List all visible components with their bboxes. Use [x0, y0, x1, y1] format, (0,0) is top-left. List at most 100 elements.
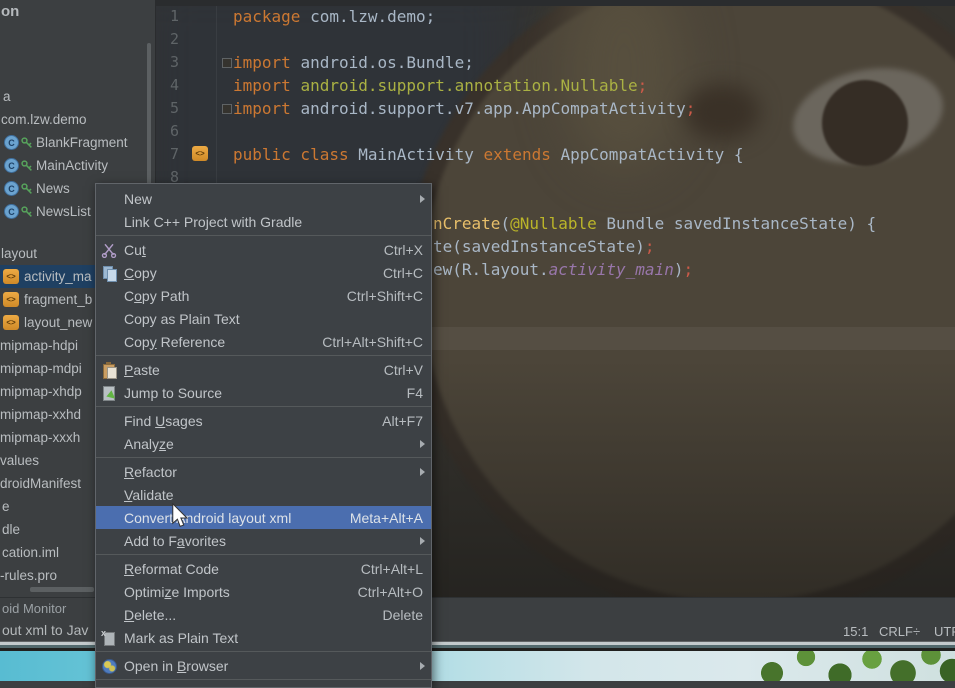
- code-token: Bundle savedInstanceState) {: [597, 214, 876, 233]
- line-number: 5: [156, 97, 179, 120]
- tree-item-label: mipmap-xhdp: [0, 384, 82, 399]
- line-number: 6: [156, 120, 179, 143]
- menu-item-find-usages[interactable]: Find Usages Alt+F7: [96, 409, 431, 432]
- encoding-widget[interactable]: UTF-8: [934, 624, 955, 639]
- tree-item-label: MainActivity: [36, 158, 108, 173]
- menu-item-jump-to-source[interactable]: Jump to Source F4: [96, 381, 431, 404]
- tree-item[interactable]: a: [0, 85, 155, 108]
- code-token: import: [233, 53, 300, 72]
- menu-separator: [96, 679, 431, 680]
- menu-item-refactor[interactable]: Refactor: [96, 460, 431, 483]
- menu-item-delete[interactable]: Delete... Delete: [96, 603, 431, 626]
- menu-shortcut: Ctrl+X: [364, 242, 423, 258]
- menu-item-add-to-favorites[interactable]: Add to Favorites: [96, 529, 431, 552]
- menu-separator: [96, 355, 431, 356]
- line-number: 7: [156, 143, 179, 166]
- status-bar-message-fragment: out xml to Jav: [2, 622, 88, 638]
- menu-separator: [96, 457, 431, 458]
- menu-item-copy-reference[interactable]: Copy Reference Ctrl+Alt+Shift+C: [96, 330, 431, 353]
- menu-item-open-in-browser[interactable]: Open in Browser: [96, 654, 431, 677]
- line-number: 1: [156, 5, 179, 28]
- project-panel-header-fragment: on: [1, 3, 19, 20]
- menu-item-copy-path[interactable]: Copy Path Ctrl+Shift+C: [96, 284, 431, 307]
- code-line-fragment: nCreate(@Nullable Bundle savedInstanceSt…: [433, 212, 876, 235]
- menu-separator: [96, 406, 431, 407]
- menu-item-cut[interactable]: Cut Ctrl+X: [96, 238, 431, 261]
- menu-separator: [96, 651, 431, 652]
- tree-item-label: layout_new: [24, 315, 92, 330]
- tree-item-label: mipmap-mdpi: [0, 361, 82, 376]
- ide-screenshot-root: { "project_panel": { "header_fragment": …: [0, 0, 955, 681]
- editor-context-menu: New Link C++ Project with Gradle Cut Ctr…: [95, 183, 432, 688]
- tree-item-label: e: [2, 499, 10, 514]
- android-monitor-tab-fragment[interactable]: oid Monitor: [2, 601, 66, 616]
- code-token: android.os.Bundle;: [300, 53, 473, 72]
- class-icon: [4, 158, 19, 173]
- menu-item-mark-as-plain-text[interactable]: Mark as Plain Text: [96, 626, 431, 649]
- code-token: (: [500, 214, 510, 233]
- code-line-fragment: ew(R.layout.activity_main);: [433, 258, 693, 281]
- tree-item-class-blankfragment[interactable]: BlankFragment: [0, 131, 155, 154]
- fold-marker[interactable]: [222, 58, 232, 68]
- submenu-arrow-icon: [420, 195, 425, 203]
- editor-top-strip: [156, 0, 955, 6]
- tree-item-label: a: [3, 89, 11, 104]
- menu-item-convert-android-layout-xml[interactable]: Convert Android layout xml Meta+Alt+A: [96, 506, 431, 529]
- code-token: ew(R.layout.: [433, 260, 549, 279]
- code-token: package: [233, 7, 310, 26]
- menu-item-link-cpp-project[interactable]: Link C++ Project with Gradle: [96, 210, 431, 233]
- project-panel-horizontal-scrollbar[interactable]: [30, 587, 94, 592]
- code-line: import android.os.Bundle;: [233, 51, 474, 74]
- code-line: import android.support.annotation.Nullab…: [233, 74, 647, 97]
- tree-item-label: fragment_b: [24, 292, 92, 307]
- tree-item-label: layout: [1, 246, 37, 261]
- submenu-arrow-icon: [420, 440, 425, 448]
- menu-shortcut: Ctrl+V: [364, 362, 423, 378]
- code-token: ;: [683, 260, 693, 279]
- menu-shortcut: Ctrl+C: [363, 265, 423, 281]
- key-icon: [21, 137, 33, 149]
- caret-position-widget[interactable]: 15:1: [843, 624, 868, 639]
- tree-item-label: values: [0, 453, 39, 468]
- menu-item-paste[interactable]: Paste Ctrl+V: [96, 358, 431, 381]
- copy-icon: [101, 265, 117, 281]
- xml-file-icon: [3, 269, 19, 284]
- code-token: @Nullable: [510, 214, 597, 233]
- mark-plain-text-icon: [101, 630, 117, 646]
- mouse-cursor: [171, 503, 189, 529]
- menu-shortcut: Meta+Alt+A: [330, 510, 423, 526]
- related-xml-file-gutter-icon[interactable]: [192, 146, 208, 161]
- code-token: ;: [686, 99, 696, 118]
- fold-marker[interactable]: [222, 104, 232, 114]
- menu-item-reformat-code[interactable]: Reformat Code Ctrl+Alt+L: [96, 557, 431, 580]
- tree-item-label: News: [36, 181, 70, 196]
- code-token: android.support.v7.app.AppCompatActivity: [300, 99, 685, 118]
- code-token: android.support.annotation.Nullable: [300, 76, 637, 95]
- key-icon: [21, 206, 33, 218]
- menu-item-optimize-imports[interactable]: Optimize Imports Ctrl+Alt+O: [96, 580, 431, 603]
- tree-item-label: droidManifest: [0, 476, 81, 491]
- code-line: package com.lzw.demo;: [233, 5, 435, 28]
- class-icon: [4, 135, 19, 150]
- line-number: 4: [156, 74, 179, 97]
- menu-shortcut: Alt+F7: [362, 413, 423, 429]
- menu-item-copy-as-plain-text[interactable]: Copy as Plain Text: [96, 307, 431, 330]
- tree-item-package[interactable]: com.lzw.demo: [0, 108, 155, 131]
- tree-item-label: dle: [2, 522, 20, 537]
- xml-file-icon: [3, 292, 19, 307]
- menu-item-new[interactable]: New: [96, 187, 431, 210]
- menu-item-copy[interactable]: Copy Ctrl+C: [96, 261, 431, 284]
- class-icon: [4, 204, 19, 219]
- menu-separator: [96, 235, 431, 236]
- code-line: import android.support.v7.app.AppCompatA…: [233, 97, 695, 120]
- menu-item-analyze[interactable]: Analyze: [96, 432, 431, 455]
- tree-item-class-mainactivity[interactable]: MainActivity: [0, 154, 155, 177]
- line-separator-widget[interactable]: CRLF÷: [879, 624, 920, 639]
- code-token: ;: [645, 237, 655, 256]
- menu-separator: [96, 554, 431, 555]
- paste-icon: [101, 362, 117, 378]
- code-token: MainActivity: [358, 145, 483, 164]
- menu-item-validate[interactable]: Validate: [96, 483, 431, 506]
- code-token: nCreate: [433, 214, 500, 233]
- tree-item-label: activity_ma: [24, 269, 92, 284]
